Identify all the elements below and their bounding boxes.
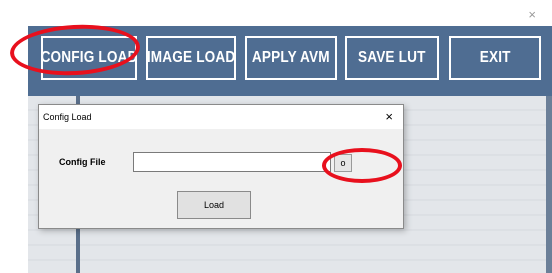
load-button[interactable]: Load	[177, 191, 251, 219]
save-lut-button[interactable]: SAVE LUT	[345, 36, 439, 80]
right-edge-panel	[546, 96, 552, 273]
image-load-label: IMAGE LOAD	[146, 49, 236, 66]
browse-button[interactable]: o	[334, 154, 352, 172]
config-file-input[interactable]	[133, 152, 331, 172]
exit-label: EXIT	[479, 49, 511, 66]
image-load-button[interactable]: IMAGE LOAD	[146, 36, 236, 80]
config-load-dialog: Config Load × Config File o Load	[38, 104, 404, 229]
window-titlebar: ×	[28, 0, 552, 26]
config-load-button[interactable]: CONFIG LOAD	[40, 36, 138, 80]
config-load-label: CONFIG LOAD	[40, 49, 138, 66]
dialog-title: Config Load	[43, 112, 92, 122]
save-lut-label: SAVE LUT	[358, 49, 426, 66]
dialog-close-icon[interactable]: ×	[385, 109, 393, 124]
toolbar: CONFIG LOAD IMAGE LOAD APPLY AVM SAVE LU…	[28, 26, 552, 96]
window-close-icon[interactable]: ×	[528, 8, 536, 21]
apply-avm-label: APPLY AVM	[252, 49, 330, 66]
config-file-label: Config File	[59, 157, 106, 167]
apply-avm-button[interactable]: APPLY AVM	[245, 36, 337, 80]
exit-button[interactable]: EXIT	[449, 36, 541, 80]
dialog-titlebar: Config Load ×	[39, 105, 403, 129]
